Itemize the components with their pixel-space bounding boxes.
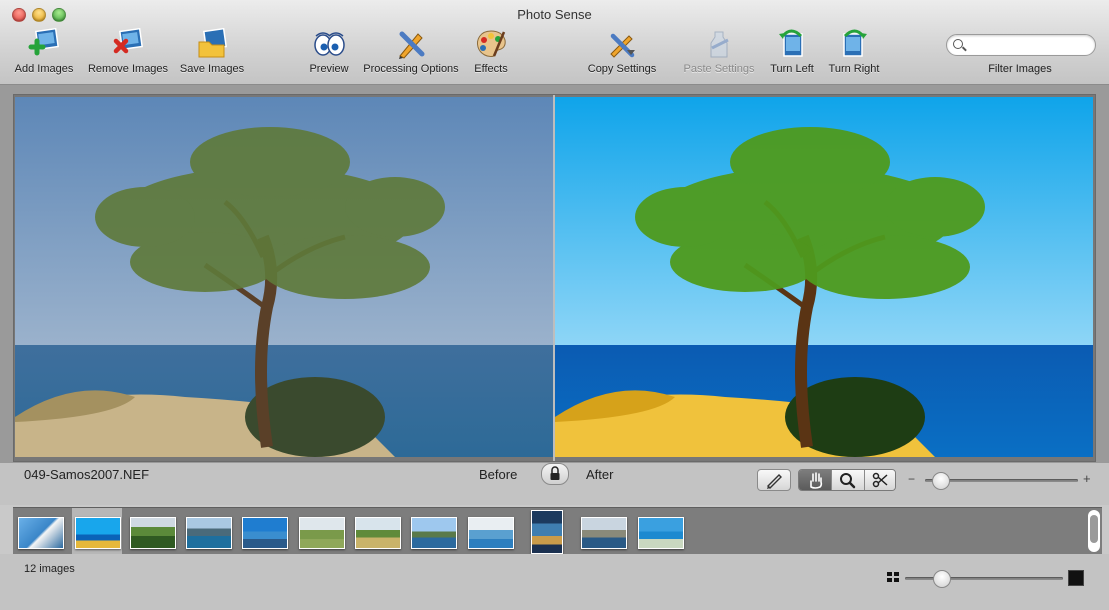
thumbnail[interactable] [411,517,457,549]
save-images-label: Save Images [179,63,245,75]
turn-right-button[interactable]: Turn Right [824,28,884,78]
after-image-canvas [555,97,1093,457]
thumbnail[interactable] [581,517,627,549]
search-input[interactable] [946,34,1096,56]
magnifier-icon [840,473,856,489]
turn-left-label: Turn Left [770,63,814,75]
preview-frame [13,94,1096,462]
paste-bottle-icon [710,31,729,58]
save-images-button[interactable]: Save Images [178,28,246,78]
remove-images-button[interactable]: Remove Images [84,28,172,78]
scissors-icon [872,472,888,488]
thumbnail[interactable] [468,517,514,549]
add-image-icon [28,28,60,56]
palette-icon [477,30,506,57]
remove-image-icon [113,28,144,54]
thumbnail[interactable] [638,517,684,549]
eyes-icon [314,32,345,56]
filmstrip-scrollbar[interactable] [1088,510,1100,552]
before-image[interactable] [15,97,553,457]
thumbnail[interactable] [75,517,121,549]
save-image-icon [198,28,228,58]
zoom-tool-button[interactable] [832,470,865,490]
turn-left-button[interactable]: Turn Left [764,28,820,78]
preview-info-bar: 049-Samos2007.NEF Before After − + [0,463,1109,505]
thumbnail-size-slider[interactable] [905,577,1063,580]
copy-settings-button[interactable]: Copy Settings [584,28,660,78]
image-count-label: 12 images [24,563,75,575]
thumbnail[interactable] [299,517,345,549]
preview-button[interactable]: Preview [306,28,352,78]
preview-area [0,85,1109,463]
pencil-icon [767,474,782,489]
small-thumbnails-icon[interactable] [886,571,901,584]
after-label: After [586,467,614,482]
lock-split-button[interactable] [541,463,569,485]
paste-settings-label: Paste Settings [683,63,755,75]
thumbnail[interactable] [130,517,176,549]
thumbnail[interactable] [186,517,232,549]
effects-button[interactable]: Effects [470,28,512,78]
copy-tools-icon [610,33,635,58]
copy-settings-label: Copy Settings [587,63,657,75]
filename-label: 049-Samos2007.NEF [24,467,150,482]
hand-icon [810,472,823,489]
zoom-out-icon[interactable]: − [908,472,915,486]
thumbnail[interactable] [18,517,64,549]
crop-tool-button[interactable] [865,470,895,490]
processing-options-label: Processing Options [363,63,459,75]
filmstrip [13,507,1102,555]
add-images-label: Add Images [14,63,74,75]
before-label: Before [479,467,518,482]
edit-button[interactable] [757,469,791,491]
lock-icon [550,466,560,480]
pencil-tools-icon [399,31,425,59]
before-image-canvas [15,97,553,457]
search-icon [953,39,963,49]
thumbnail[interactable] [242,517,288,549]
thumbnail[interactable] [355,517,401,549]
preview-label: Preview [309,63,349,75]
filter-images-label: Filter Images [988,63,1052,75]
thumbnail[interactable] [531,510,563,554]
hand-tool-button[interactable] [799,470,832,490]
filmstrip-scroll-knob[interactable] [1090,515,1098,543]
turn-right-label: Turn Right [828,63,880,75]
large-thumbnail-icon[interactable] [1068,570,1084,586]
paste-settings-button[interactable]: Paste Settings [680,28,758,78]
zoom-in-icon[interactable]: + [1083,471,1091,486]
thumbnail-size-knob[interactable] [933,570,951,588]
after-image[interactable] [555,97,1093,457]
toolbar: Photo Sense Add Images Remove Images Sav… [0,0,1109,85]
rotate-left-icon [779,29,803,57]
effects-label: Effects [474,63,508,75]
bottom-status-bar: 12 images [0,554,1109,610]
rotate-right-icon [843,29,867,57]
add-images-button[interactable]: Add Images [10,28,78,78]
view-tool-group [798,469,896,491]
zoom-slider-knob[interactable] [931,472,950,490]
remove-images-label: Remove Images [87,63,169,75]
processing-options-button[interactable]: Processing Options [358,28,464,78]
window-title: Photo Sense [517,7,592,22]
app-window: Photo Sense Add Images Remove Images Sav… [0,0,1109,610]
